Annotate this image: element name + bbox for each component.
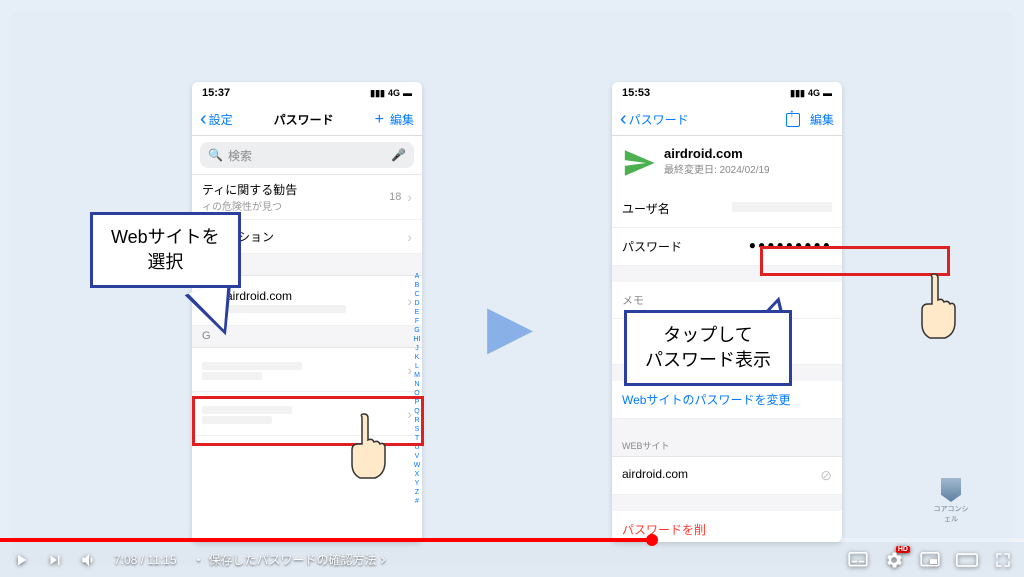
battery-icon: ▬ — [403, 88, 412, 98]
network-label: 4G — [388, 88, 400, 98]
search-icon: 🔍 — [208, 148, 223, 162]
search-placeholder: 検索 — [228, 147, 252, 164]
chevron-icon: › — [407, 293, 412, 309]
security-sub: ィの危険性が見つ — [202, 198, 389, 213]
edit-button[interactable]: 編集 — [810, 111, 834, 128]
pointing-hand-icon — [342, 412, 392, 482]
status-time: 15:37 — [202, 87, 230, 99]
player-controls: 7:08 / 11:15 ・保存したパスワードの確認方法 HD — [0, 542, 1024, 577]
nav-bar: パスワード 編集 — [612, 104, 842, 136]
share-icon[interactable] — [786, 113, 800, 127]
memo-label: メモ — [622, 292, 644, 308]
back-button[interactable]: パスワード — [620, 108, 689, 131]
nav-actions: + 編集 — [375, 111, 414, 129]
nav-bar: 設定 パスワード + 編集 — [192, 104, 422, 136]
chevron-icon: › — [407, 406, 412, 422]
chevron-icon: ⊘ — [820, 467, 832, 484]
site-name: airdroid.com — [226, 289, 407, 303]
captions-button[interactable] — [848, 552, 868, 568]
status-bar: 15:53 ▮▮▮ 4G ▬ — [612, 82, 842, 104]
website-row[interactable]: airdroid.com ⊘ — [612, 457, 842, 495]
site-title: airdroid.com — [664, 146, 770, 161]
status-icons: ▮▮▮ 4G ▬ — [790, 88, 832, 99]
theater-button[interactable] — [956, 553, 978, 567]
pointing-hand-icon — [912, 272, 962, 342]
nav-actions: 編集 — [786, 111, 834, 128]
arrow-right-icon: ▶ — [487, 292, 533, 362]
chapter-button[interactable]: ・保存したパスワードの確認方法 — [193, 551, 386, 569]
signal-icon: ▮▮▮ — [790, 88, 805, 99]
username-label: ユーザ名 — [622, 200, 670, 217]
list-item[interactable]: › — [192, 348, 422, 392]
time-display: 7:08 / 11:15 — [114, 553, 177, 567]
password-row[interactable]: パスワード ●●●●●●●●● — [612, 228, 842, 266]
password-label: パスワード — [622, 238, 682, 255]
volume-button[interactable] — [80, 551, 98, 569]
miniplayer-button[interactable] — [920, 552, 940, 568]
status-icons: ▮▮▮ 4G ▬ — [370, 88, 412, 99]
mic-icon[interactable]: 🎤 — [391, 148, 406, 162]
search-field[interactable]: 🔍 検索 🎤 — [200, 142, 414, 168]
website-section-label: WEBサイト — [612, 435, 842, 457]
play-button[interactable] — [12, 551, 30, 569]
chevron-icon: › — [407, 362, 412, 378]
paper-plane-icon — [622, 146, 656, 180]
network-label: 4G — [808, 88, 820, 98]
password-masked: ●●●●●●●●● — [749, 238, 832, 255]
channel-flag-icon — [941, 478, 961, 502]
back-button[interactable]: 設定 — [200, 108, 233, 131]
site-header: airdroid.com 最終変更日: 2024/02/19 — [612, 136, 842, 190]
hd-badge: HD — [896, 546, 910, 553]
add-button[interactable]: + — [375, 111, 384, 129]
signal-icon: ▮▮▮ — [370, 88, 385, 99]
nav-title: パスワード — [233, 111, 375, 128]
callout-tap-password: タップして パスワード表示 — [624, 310, 792, 386]
username-row[interactable]: ユーザ名 — [612, 190, 842, 228]
security-count: 18 — [389, 191, 401, 203]
channel-name: コアコンシェル — [932, 504, 970, 524]
change-password-label: Webサイトのパスワードを変更 — [622, 391, 790, 408]
video-player-viewport: 15:37 ▮▮▮ 4G ▬ 設定 パスワード + 編集 🔍 検索 — [0, 0, 1024, 577]
edit-button[interactable]: 編集 — [390, 111, 414, 128]
chevron-icon: › — [407, 189, 412, 205]
website-value: airdroid.com — [622, 467, 688, 484]
chevron-icon: › — [407, 229, 412, 245]
fullscreen-button[interactable] — [994, 551, 1012, 569]
callout-select-website: Webサイトを 選択 — [90, 212, 241, 288]
change-password-link[interactable]: Webサイトのパスワードを変更 — [612, 381, 842, 419]
settings-button[interactable]: HD — [884, 550, 904, 570]
site-modified: 最終変更日: 2024/02/19 — [664, 161, 770, 176]
next-button[interactable] — [46, 551, 64, 569]
delete-label: パスワードを削 — [622, 521, 706, 538]
status-time: 15:53 — [622, 87, 650, 99]
username-redacted — [732, 202, 832, 212]
battery-icon: ▬ — [823, 88, 832, 98]
status-bar: 15:37 ▮▮▮ 4G ▬ — [192, 82, 422, 104]
video-content: 15:37 ▮▮▮ 4G ▬ 設定 パスワード + 編集 🔍 検索 — [12, 12, 1012, 565]
alpha-index[interactable]: ABCDEFGHIJKLMNOPQRSTUVWXYZ# — [413, 272, 421, 506]
security-title: ティに関する勧告 — [202, 181, 389, 198]
channel-watermark[interactable]: コアコンシェル — [932, 478, 970, 524]
